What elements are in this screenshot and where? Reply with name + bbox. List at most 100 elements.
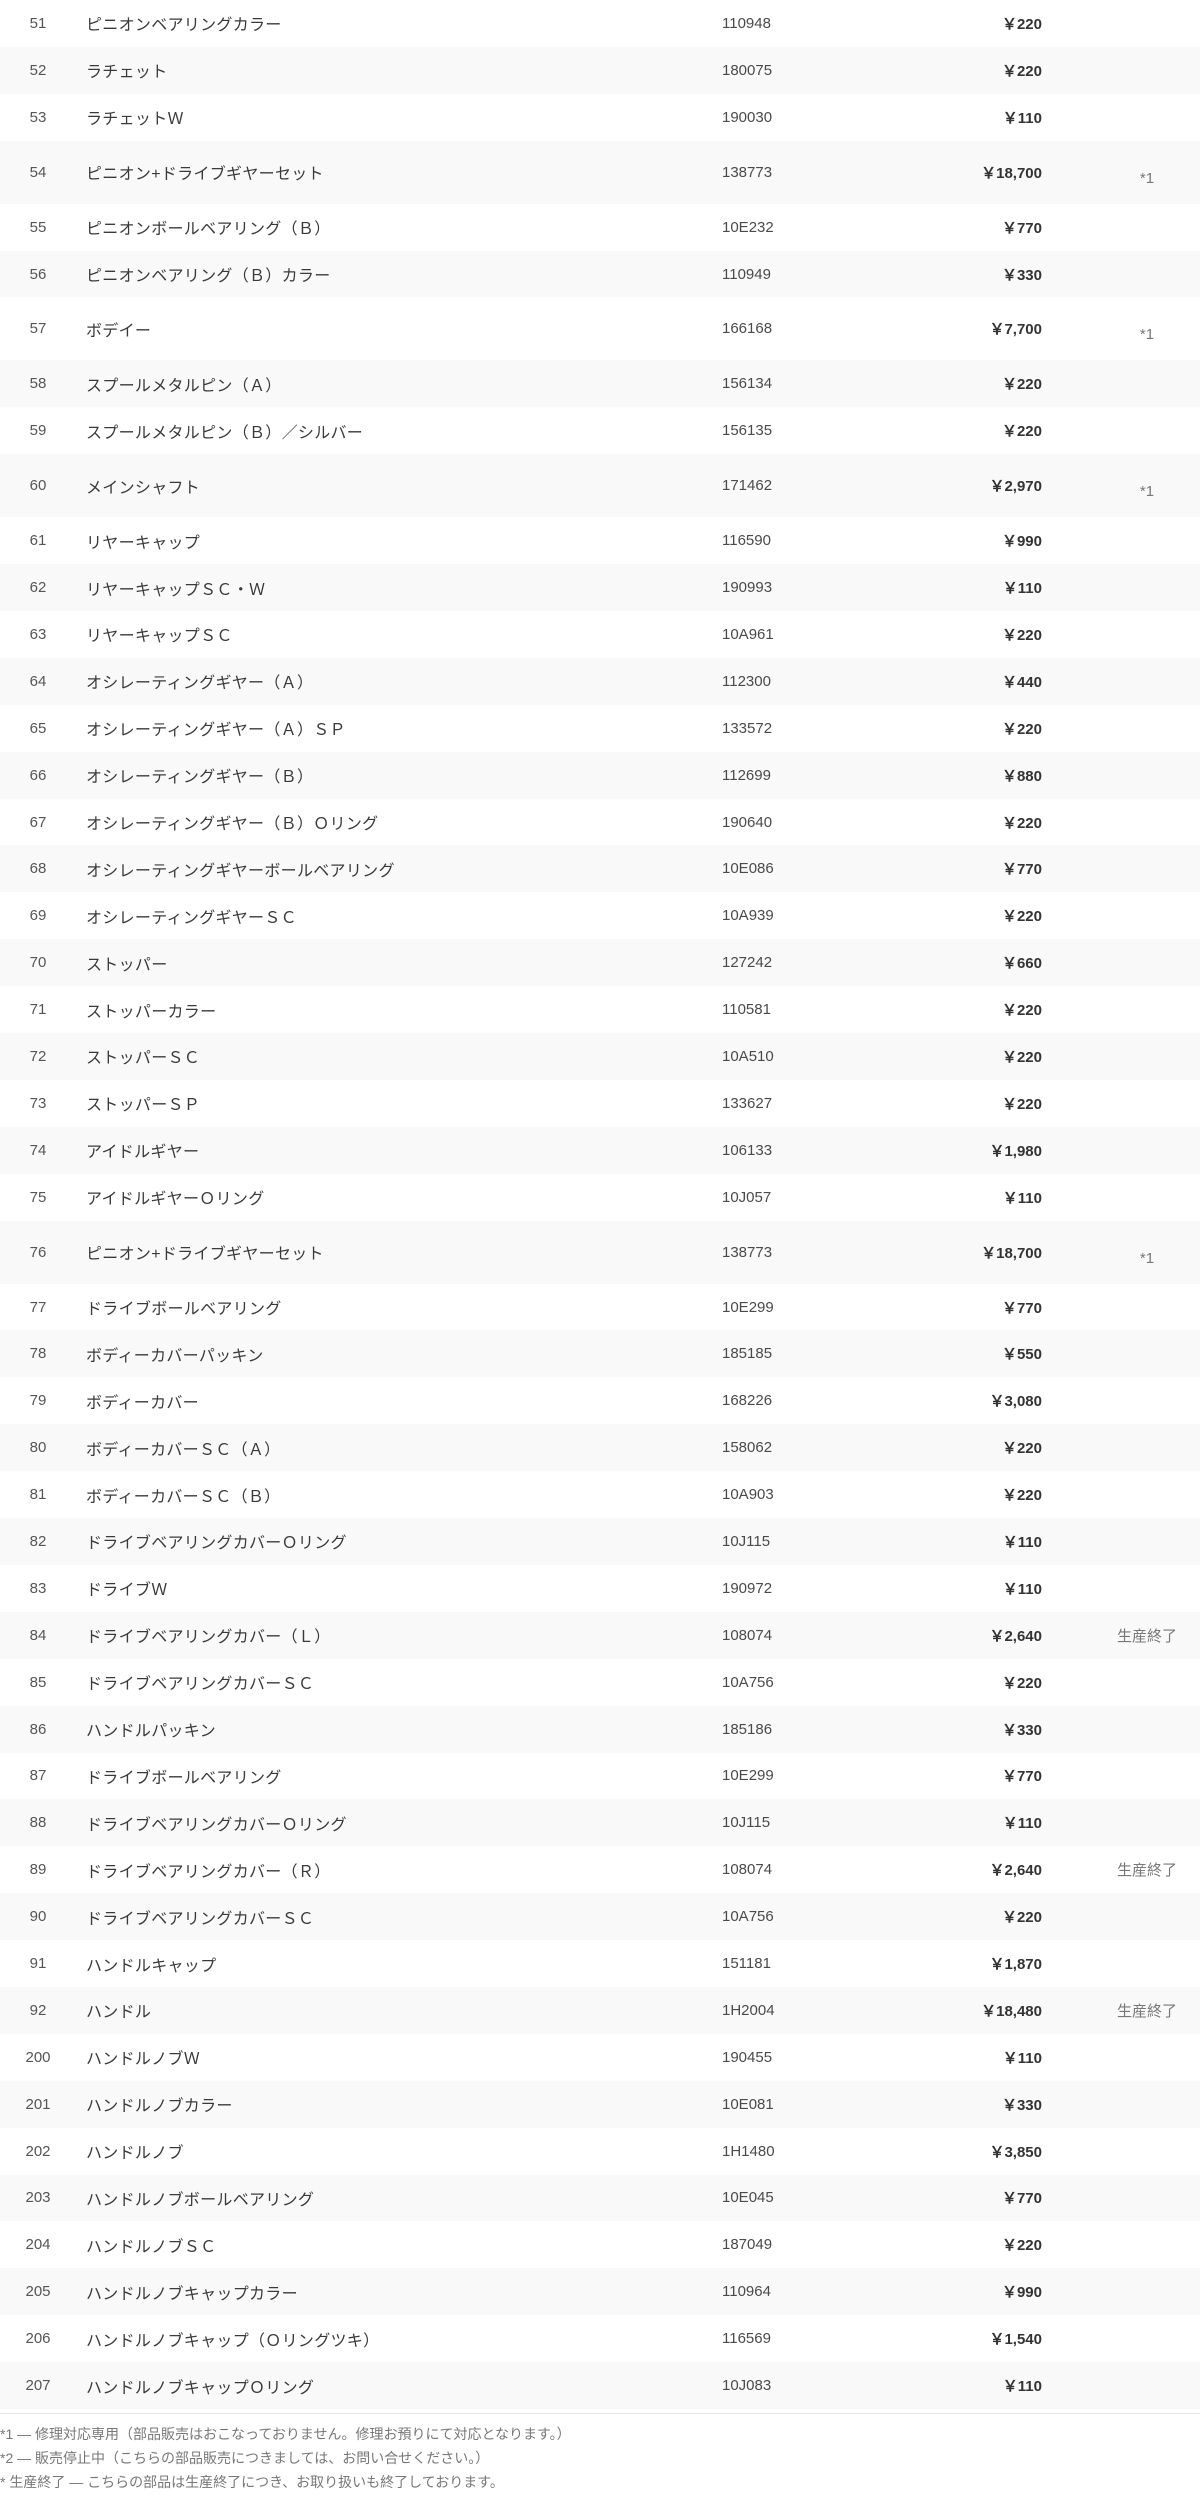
table-row: 203 ハンドルノブボールベアリング 10E045 ￥770 — [0, 2174, 1200, 2222]
part-number: 71 — [0, 986, 76, 1034]
table-row: 202 ハンドルノブ 1H1480 ￥3,850 — [0, 2127, 1200, 2175]
part-name: ハンドル — [76, 1986, 690, 2034]
part-price: ￥110 — [922, 93, 1052, 141]
part-number: 78 — [0, 1330, 76, 1378]
part-code: 10E299 — [690, 1752, 922, 1800]
part-price: ￥110 — [922, 1173, 1052, 1221]
part-code: 10A756 — [690, 1893, 922, 1941]
part-number: 51 — [0, 0, 76, 47]
part-price: ￥110 — [922, 564, 1052, 612]
part-note — [1052, 250, 1200, 298]
part-price: ￥110 — [922, 1799, 1052, 1847]
part-price: ￥220 — [922, 611, 1052, 658]
part-number: 55 — [0, 203, 76, 251]
part-price: ￥770 — [922, 845, 1052, 893]
part-number: 73 — [0, 1079, 76, 1127]
part-price: ￥18,700 — [922, 1220, 1052, 1284]
part-number: 86 — [0, 1705, 76, 1753]
part-number: 65 — [0, 704, 76, 752]
footnote-3: * 生産終了 ― こちらの部品は生産終了につき、お取り扱いも終了しております。 — [0, 2474, 504, 2490]
part-number: 90 — [0, 1893, 76, 1941]
part-name: ピニオン+ドライブギヤーセット — [76, 140, 690, 204]
part-code: 187049 — [690, 2221, 922, 2269]
part-note — [1052, 2080, 1200, 2128]
part-code: 190640 — [690, 798, 922, 846]
note-mark: *1 — [1139, 1249, 1155, 1267]
part-name: ハンドルノブＳＣ — [76, 2221, 690, 2269]
part-code: 185185 — [690, 1330, 922, 1378]
part-note — [1052, 407, 1200, 455]
part-name: ボディーカバーＳＣ（Ｂ） — [76, 1471, 690, 1519]
part-price: ￥3,850 — [922, 2127, 1052, 2175]
part-price: ￥220 — [922, 798, 1052, 846]
part-code: 133627 — [690, 1079, 922, 1127]
parts-table-body: 51 ピニオンベアリングカラー 110948 ￥220 52 ラチェット 180075 ￥22… — [0, 0, 1200, 2409]
part-code: 106133 — [690, 1126, 922, 1174]
table-row: 80 ボディーカバーＳＣ（Ａ） 158062 ￥220 — [0, 1424, 1200, 1472]
parts-price-table: 51 ピニオンベアリングカラー 110948 ￥220 52 ラチェット 180075 ￥22… — [0, 0, 1200, 2409]
part-number: 60 — [0, 454, 76, 518]
part-price: ￥330 — [922, 1705, 1052, 1753]
part-name: ピニオンボールベアリング（Ｂ） — [76, 203, 690, 251]
part-name: ドライブベアリングカバーＯリング — [76, 1799, 690, 1847]
part-code: 116569 — [690, 2315, 922, 2363]
part-code: 185186 — [690, 1705, 922, 1753]
part-code: 116590 — [690, 517, 922, 565]
table-row: 73 ストッパーＳＰ 133627 ￥220 — [0, 1079, 1200, 1127]
table-row: 63 リヤーキャップＳＣ 10A961 ￥220 — [0, 611, 1200, 658]
part-price: ￥1,980 — [922, 1126, 1052, 1174]
part-note — [1052, 1126, 1200, 1174]
part-number: 69 — [0, 892, 76, 940]
part-name: リヤーキャップＳＣ — [76, 611, 690, 658]
table-row: 91 ハンドルキャップ 151181 ￥1,870 — [0, 1940, 1200, 1987]
part-code: 156135 — [690, 407, 922, 455]
part-price: ￥220 — [922, 2221, 1052, 2269]
part-name: リヤーキャップ — [76, 517, 690, 565]
part-price: ￥110 — [922, 2362, 1052, 2409]
table-row: 65 オシレーティングギヤー（Ａ）ＳＰ 133572 ￥220 — [0, 704, 1200, 752]
part-price: ￥18,480 — [922, 1986, 1052, 2034]
part-number: 61 — [0, 517, 76, 565]
part-price: ￥220 — [922, 704, 1052, 752]
part-price: ￥660 — [922, 939, 1052, 987]
table-row: 51 ピニオンベアリングカラー 110948 ￥220 — [0, 0, 1200, 47]
part-name: ハンドルノブボールベアリング — [76, 2174, 690, 2222]
part-name: ハンドルノブキャップ（Ｏリングツキ） — [76, 2315, 690, 2363]
part-code: 110581 — [690, 986, 922, 1034]
part-number: 83 — [0, 1564, 76, 1612]
part-price: ￥220 — [922, 1079, 1052, 1127]
part-number: 53 — [0, 93, 76, 141]
table-row: 76 ピニオン+ドライブギヤーセット 138773 ￥18,700 *1 — [0, 1220, 1200, 1284]
part-number: 58 — [0, 360, 76, 408]
part-name: ハンドルノブ — [76, 2127, 690, 2175]
part-note — [1052, 939, 1200, 987]
part-price: ￥18,700 — [922, 140, 1052, 204]
part-name: ドライブＷ — [76, 1564, 690, 1612]
part-code: 151181 — [690, 1940, 922, 1987]
part-note — [1052, 517, 1200, 565]
part-price: ￥220 — [922, 407, 1052, 455]
part-note — [1052, 2315, 1200, 2363]
part-note: 生産終了 — [1052, 1611, 1200, 1659]
part-code: 10A939 — [690, 892, 922, 940]
part-price: ￥220 — [922, 0, 1052, 47]
footnotes: *1 ― 修理対応専用（部品販売はおこなっておりません。修理お預りにて対応となり… — [0, 2413, 1200, 2494]
table-row: 89 ドライブベアリングカバー（Ｒ） 108074 ￥2,640 生産終了 — [0, 1846, 1200, 1894]
part-note — [1052, 1283, 1200, 1331]
part-number: 202 — [0, 2127, 76, 2175]
part-number: 66 — [0, 751, 76, 799]
part-number: 203 — [0, 2174, 76, 2222]
part-note — [1052, 2033, 1200, 2081]
part-note — [1052, 203, 1200, 251]
part-name: ボディーカバーパッキン — [76, 1330, 690, 1378]
part-number: 76 — [0, 1220, 76, 1284]
table-row: 54 ピニオン+ドライブギヤーセット 138773 ￥18,700 *1 — [0, 140, 1200, 204]
part-code: 112300 — [690, 657, 922, 705]
table-row: 85 ドライブベアリングカバーＳＣ 10A756 ￥220 — [0, 1658, 1200, 1706]
table-row: 88 ドライブベアリングカバーＯリング 10J115 ￥110 — [0, 1799, 1200, 1847]
part-code: 190972 — [690, 1564, 922, 1612]
part-code: 10E045 — [690, 2174, 922, 2222]
part-number: 72 — [0, 1033, 76, 1080]
table-row: 205 ハンドルノブキャップカラー 110964 ￥990 — [0, 2268, 1200, 2316]
part-name: オシレーティングギヤーＳＣ — [76, 892, 690, 940]
